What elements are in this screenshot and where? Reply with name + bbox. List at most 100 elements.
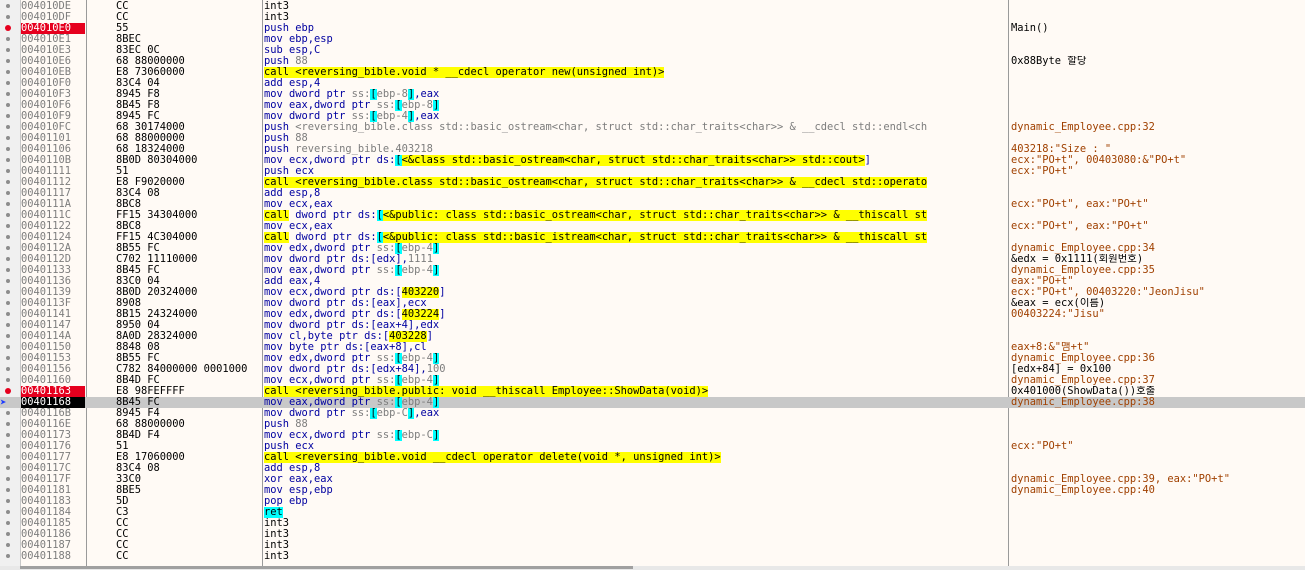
instruction-row[interactable]: 00401124 FF15 4C304000 call dword ptr ds:[… — [0, 232, 1305, 243]
instruction-comment[interactable]: dynamic_Employee.cpp:37 — [1011, 375, 1305, 386]
instruction-address[interactable]: 004010E0 — [21, 23, 85, 34]
instruction-row[interactable]: 004010F6 8B45 F8 mov eax,dword ptr ss:[ebp… — [0, 100, 1305, 111]
instruction-address[interactable]: 00401147 — [21, 320, 85, 331]
instruction-disassembly[interactable]: mov esp,ebp — [264, 485, 1008, 496]
instruction-disassembly[interactable]: mov dword ptr ss:[ebp-8],eax — [264, 89, 1008, 100]
gutter-dot-icon[interactable] — [6, 543, 10, 547]
instruction-comment[interactable]: ecx:"PO+t", 00403080:&"PO+t" — [1011, 155, 1305, 166]
gutter-dot-icon[interactable] — [6, 532, 10, 536]
instruction-address[interactable]: 00401183 — [21, 496, 85, 507]
instruction-disassembly[interactable]: int3 — [264, 551, 1008, 562]
instruction-row[interactable]: 004010EB E8 73060000 call <reversing_bible… — [0, 67, 1305, 78]
gutter-dot-icon[interactable] — [6, 444, 10, 448]
instruction-disassembly[interactable]: call <reversing_bible.class std::basic_o… — [264, 177, 1008, 188]
instruction-address[interactable]: 0040114A — [21, 331, 85, 342]
instruction-disassembly[interactable]: mov ebp,esp — [264, 34, 1008, 45]
instruction-disassembly[interactable]: call <reversing_bible.public: void __thi… — [264, 386, 1008, 397]
instruction-comment[interactable]: dynamic_Employee.cpp:40 — [1011, 485, 1305, 496]
instruction-disassembly[interactable]: call <reversing_bible.void * __cdecl ope… — [264, 67, 1008, 78]
instruction-disassembly[interactable]: mov ecx,dword ptr ss:[ebp-C] — [264, 430, 1008, 441]
gutter-dot-icon[interactable] — [6, 81, 10, 85]
instruction-address[interactable]: 00401181 — [21, 485, 85, 496]
instruction-row[interactable]: 00401153 8B55 FC mov edx,dword ptr ss:[ebp… — [0, 353, 1305, 364]
instruction-disassembly[interactable]: mov dword ptr ds:[edx],1111 — [264, 254, 1008, 265]
gutter-dot-icon[interactable] — [6, 312, 10, 316]
instruction-disassembly[interactable]: push ecx — [264, 441, 1008, 452]
instruction-row[interactable]: 004010E1 8BEC mov ebp,esp — [0, 34, 1305, 45]
instruction-address[interactable]: 00401111 — [21, 166, 85, 177]
instruction-disassembly[interactable]: int3 — [264, 518, 1008, 529]
instruction-comment[interactable]: ecx:"PO+t" — [1011, 441, 1305, 452]
instruction-disassembly[interactable]: mov ecx,eax — [264, 221, 1008, 232]
gutter-dot-icon[interactable] — [6, 290, 10, 294]
gutter-dot-icon[interactable] — [6, 191, 10, 195]
instruction-disassembly[interactable]: add esp,4 — [264, 78, 1008, 89]
instruction-address[interactable]: 004010F6 — [21, 100, 85, 111]
gutter-dot-icon[interactable] — [6, 356, 10, 360]
gutter-dot-icon[interactable] — [6, 70, 10, 74]
instruction-address[interactable]: 004010F9 — [21, 111, 85, 122]
instruction-address[interactable]: 0040111A — [21, 199, 85, 210]
instruction-comment[interactable]: ecx:"PO+t", 00403220:"JeonJisu" — [1011, 287, 1305, 298]
instruction-address[interactable]: 00401141 — [21, 309, 85, 320]
instruction-row[interactable]: 0040111A 8BC8 mov ecx,eax ecx:"PO+t", eax:"… — [0, 199, 1305, 210]
instruction-comment[interactable]: ecx:"PO+t" — [1011, 166, 1305, 177]
gutter-dot-icon[interactable] — [6, 125, 10, 129]
instruction-disassembly[interactable]: push reversing_bible.403218 — [264, 144, 1008, 155]
instruction-row[interactable]: 004010E6 68 88000000 push 88 0x88Byte 할당 — [0, 56, 1305, 67]
instruction-comment[interactable]: Main() — [1011, 23, 1305, 34]
instruction-row[interactable]: 004010F9 8945 FC mov dword ptr ss:[ebp-4],… — [0, 111, 1305, 122]
instruction-comment[interactable]: 0x401000(ShowData())호출 — [1011, 386, 1305, 397]
gutter-dot-icon[interactable] — [6, 180, 10, 184]
gutter-dot-icon[interactable] — [6, 279, 10, 283]
instruction-address[interactable]: 00401156 — [21, 364, 85, 375]
instruction-disassembly[interactable]: mov edx,dword ptr ds:[403224] — [264, 309, 1008, 320]
instruction-row[interactable]: 00401184 C3 ret — [0, 507, 1305, 518]
instruction-row[interactable]: 0040117C 83C4 08 add esp,8 — [0, 463, 1305, 474]
instruction-row[interactable]: 004010DE CC int3 — [0, 1, 1305, 12]
instruction-disassembly[interactable]: mov cl,byte ptr ds:[403228] — [264, 331, 1008, 342]
instruction-disassembly[interactable]: mov dword ptr ds:[eax],ecx — [264, 298, 1008, 309]
instruction-disassembly[interactable]: int3 — [264, 529, 1008, 540]
gutter-dot-icon[interactable] — [6, 257, 10, 261]
instruction-row[interactable]: 00401187 CC int3 — [0, 540, 1305, 551]
instruction-disassembly[interactable]: mov eax,dword ptr ss:[ebp-8] — [264, 100, 1008, 111]
gutter-dot-icon[interactable] — [6, 202, 10, 206]
instruction-address[interactable]: 0040112A — [21, 243, 85, 254]
instruction-row[interactable]: 00401147 8950 04 mov dword ptr ds:[eax+4],… — [0, 320, 1305, 331]
instruction-disassembly[interactable]: mov edx,dword ptr ss:[ebp-4] — [264, 353, 1008, 364]
instruction-address[interactable]: 00401150 — [21, 342, 85, 353]
instruction-disassembly[interactable]: push <reversing_bible.class std::basic_o… — [264, 122, 1008, 133]
gutter-dot-icon[interactable] — [6, 301, 10, 305]
instruction-address[interactable]: 004010F3 — [21, 89, 85, 100]
instruction-row[interactable]: ➤ 00401168 8B45 FC mov eax,dword ptr ss:[eb… — [0, 397, 1305, 408]
gutter-dot-icon[interactable] — [6, 345, 10, 349]
gutter-dot-icon[interactable] — [6, 499, 10, 503]
instruction-row[interactable]: 0040112A 8B55 FC mov edx,dword ptr ss:[ebp… — [0, 243, 1305, 254]
gutter-dot-icon[interactable] — [6, 246, 10, 250]
instruction-disassembly[interactable]: mov eax,dword ptr ss:[ebp-4] — [264, 265, 1008, 276]
instruction-address[interactable]: 00401184 — [21, 507, 85, 518]
instruction-address[interactable]: 00401173 — [21, 430, 85, 441]
instruction-row[interactable]: 00401160 8B4D FC mov ecx,dword ptr ss:[ebp… — [0, 375, 1305, 386]
instruction-row[interactable]: 004010E0 55 push ebp Main() — [0, 23, 1305, 34]
instruction-row[interactable]: 00401188 CC int3 — [0, 551, 1305, 562]
instruction-row[interactable]: 00401177 E8 17060000 call <reversing_bible… — [0, 452, 1305, 463]
instruction-row[interactable]: 00401106 68 18324000 push reversing_bible.… — [0, 144, 1305, 155]
instruction-address[interactable]: 0040111C — [21, 210, 85, 221]
instruction-address[interactable]: 00401188 — [21, 551, 85, 562]
instruction-address[interactable]: 00401124 — [21, 232, 85, 243]
gutter-dot-icon[interactable] — [6, 488, 10, 492]
instruction-address[interactable]: 004010E1 — [21, 34, 85, 45]
instruction-row[interactable]: 00401122 8BC8 mov ecx,eax ecx:"PO+t", eax:"… — [0, 221, 1305, 232]
gutter-dot-icon[interactable] — [6, 411, 10, 415]
instruction-comment[interactable]: ecx:"PO+t", eax:"PO+t" — [1011, 199, 1305, 210]
instruction-row[interactable]: 00401150 8848 08 mov byte ptr ds:[eax+8],c… — [0, 342, 1305, 353]
instruction-address[interactable]: 004010DE — [21, 1, 85, 12]
gutter-dot-icon[interactable] — [6, 213, 10, 217]
instruction-row[interactable]: 00401136 83C0 04 add eax,4 eax:"PO+t" — [0, 276, 1305, 287]
instruction-address[interactable]: 00401185 — [21, 518, 85, 529]
instruction-row[interactable]: 00401141 8B15 24324000 mov edx,dword ptr d… — [0, 309, 1305, 320]
instruction-address[interactable]: 00401176 — [21, 441, 85, 452]
instruction-row[interactable]: 0040116B 8945 F4 mov dword ptr ss:[ebp-C],… — [0, 408, 1305, 419]
